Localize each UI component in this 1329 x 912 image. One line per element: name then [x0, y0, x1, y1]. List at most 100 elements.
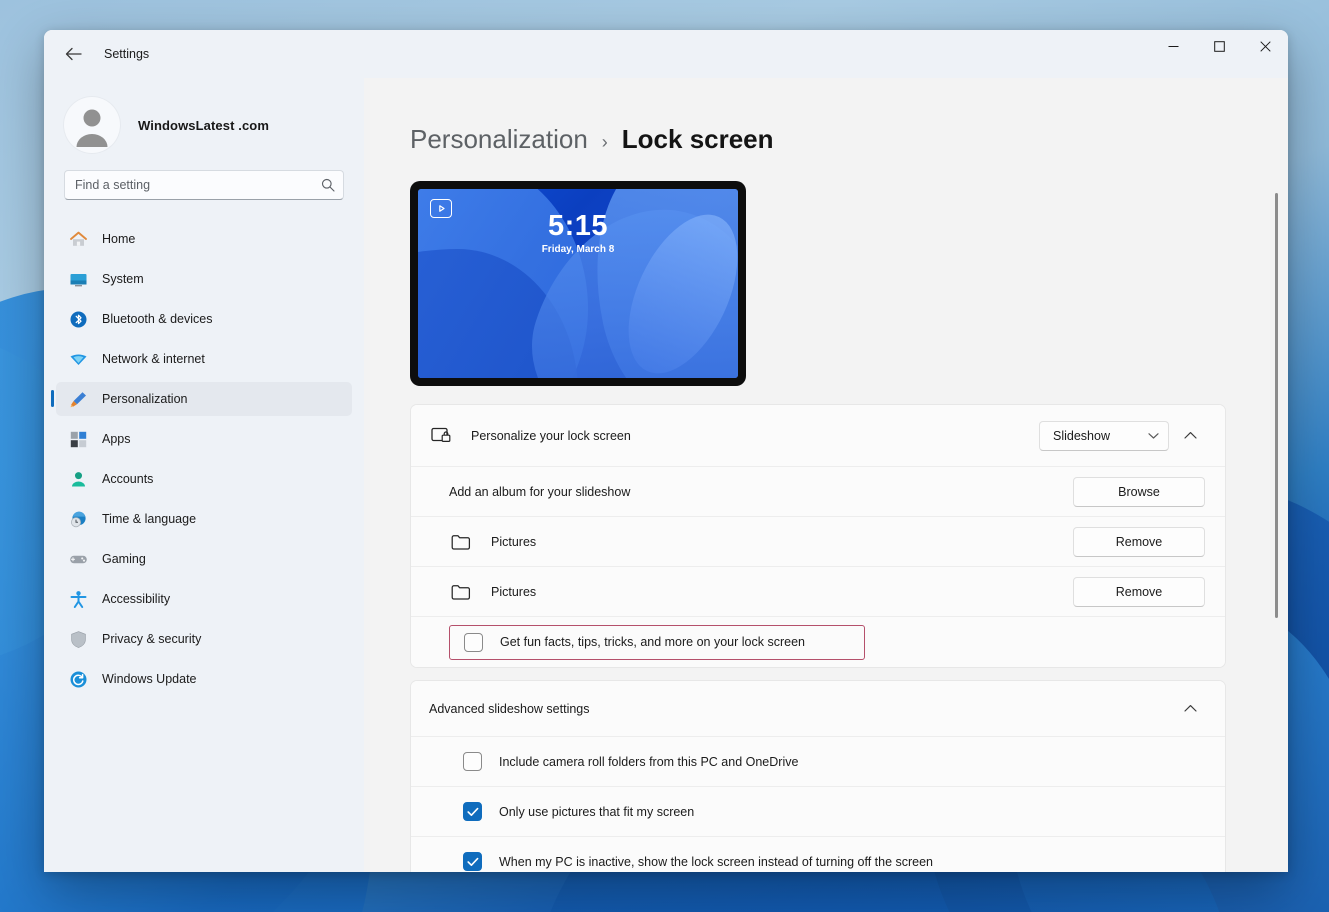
- settings-window: Settings: [44, 30, 1288, 872]
- sidebar-item-label: Accounts: [102, 472, 153, 486]
- user-avatar-icon: [64, 97, 120, 153]
- personalize-expander-button[interactable]: [1175, 421, 1205, 451]
- include-camera-roll-label: Include camera roll folders from this PC…: [499, 755, 798, 769]
- personalize-lock-screen-label: Personalize your lock screen: [471, 429, 1039, 443]
- sidebar: WindowsLatest .com: [44, 78, 364, 872]
- breadcrumb-separator: ›: [602, 132, 608, 153]
- lock-screen-type-value: Slideshow: [1053, 429, 1110, 443]
- chevron-up-icon: [1184, 431, 1197, 440]
- page-title: Lock screen: [622, 124, 774, 155]
- fun-facts-label: Get fun facts, tips, tricks, and more on…: [500, 635, 805, 649]
- search-input[interactable]: [75, 178, 321, 192]
- advanced-expander-button[interactable]: [1175, 694, 1205, 724]
- folder-icon: [449, 580, 473, 604]
- avatar: [64, 97, 120, 153]
- fun-facts-highlight-annotation: Get fun facts, tips, tricks, and more on…: [449, 625, 865, 660]
- sidebar-item-label: Home: [102, 232, 135, 246]
- minimize-button[interactable]: [1150, 30, 1196, 62]
- bluetooth-icon: [68, 309, 88, 329]
- accessibility-person-icon: [68, 589, 88, 609]
- include-camera-roll-checkbox[interactable]: [463, 752, 482, 771]
- lock-screen-type-dropdown[interactable]: Slideshow: [1039, 421, 1169, 451]
- sidebar-item-bluetooth[interactable]: Bluetooth & devices: [56, 302, 352, 336]
- folder-label: Pictures: [491, 585, 1073, 599]
- sidebar-item-personalization[interactable]: Personalization: [56, 382, 352, 416]
- lock-screen-preview-image: 5:15 Friday, March 8: [418, 189, 738, 378]
- advanced-slideshow-header-row[interactable]: Advanced slideshow settings: [411, 681, 1225, 737]
- sidebar-item-windows-update[interactable]: Windows Update: [56, 662, 352, 696]
- main-scrollbar[interactable]: [1272, 188, 1282, 872]
- title-bar: Settings: [44, 30, 1288, 78]
- add-album-label: Add an album for your slideshow: [449, 485, 1073, 499]
- advanced-slideshow-card: Advanced slideshow settings Include came…: [410, 680, 1226, 872]
- remove-folder-button[interactable]: Remove: [1073, 577, 1205, 607]
- inactive-lock-screen-row: When my PC is inactive, show the lock sc…: [411, 837, 1225, 872]
- search-box[interactable]: [64, 170, 344, 200]
- lock-screen-icon: [429, 424, 453, 448]
- minimize-icon: [1168, 41, 1179, 52]
- fit-my-screen-checkbox[interactable]: [463, 802, 482, 821]
- chevron-down-icon: [1148, 432, 1159, 440]
- back-arrow-icon: [65, 47, 82, 61]
- sidebar-item-apps[interactable]: Apps: [56, 422, 352, 456]
- accounts-person-icon: [68, 469, 88, 489]
- sidebar-item-network[interactable]: Network & internet: [56, 342, 352, 376]
- window-body: WindowsLatest .com: [44, 78, 1288, 872]
- browse-button[interactable]: Browse: [1073, 477, 1205, 507]
- search-icon: [321, 178, 335, 192]
- breadcrumb-parent[interactable]: Personalization: [410, 124, 588, 155]
- sidebar-item-accessibility[interactable]: Accessibility: [56, 582, 352, 616]
- sidebar-item-label: System: [102, 272, 144, 286]
- inactive-lock-screen-checkbox[interactable]: [463, 852, 482, 871]
- sidebar-item-label: Network & internet: [102, 352, 205, 366]
- fit-my-screen-row: Only use pictures that fit my screen: [411, 787, 1225, 837]
- lock-screen-preview: 5:15 Friday, March 8: [410, 181, 746, 386]
- fun-facts-checkbox[interactable]: [464, 633, 483, 652]
- breadcrumb: Personalization › Lock screen: [410, 124, 1226, 155]
- include-camera-roll-row: Include camera roll folders from this PC…: [411, 737, 1225, 787]
- fun-facts-row: Get fun facts, tips, tricks, and more on…: [411, 617, 1225, 667]
- update-refresh-icon: [68, 669, 88, 689]
- settings-scroll-area: Personalization › Lock screen: [364, 78, 1288, 872]
- scrollbar-thumb[interactable]: [1275, 193, 1278, 618]
- account-name: WindowsLatest .com: [138, 118, 269, 133]
- preview-clock: 5:15 Friday, March 8: [418, 211, 738, 255]
- checkmark-icon: [467, 857, 479, 867]
- sidebar-item-gaming[interactable]: Gaming: [56, 542, 352, 576]
- clock-globe-icon: [68, 509, 88, 529]
- folder-label: Pictures: [491, 535, 1073, 549]
- sidebar-item-label: Bluetooth & devices: [102, 312, 213, 326]
- remove-folder-button[interactable]: Remove: [1073, 527, 1205, 557]
- sidebar-item-privacy-security[interactable]: Privacy & security: [56, 622, 352, 656]
- preview-time: 5:15: [418, 211, 738, 241]
- folder-row: Pictures Remove: [411, 567, 1225, 617]
- sidebar-nav: Home System: [56, 222, 352, 702]
- account-section[interactable]: WindowsLatest .com: [56, 78, 352, 158]
- gamepad-icon: [68, 549, 88, 569]
- sidebar-item-label: Windows Update: [102, 672, 197, 686]
- sidebar-item-accounts[interactable]: Accounts: [56, 462, 352, 496]
- sidebar-item-label: Time & language: [102, 512, 196, 526]
- system-icon: [68, 269, 88, 289]
- preview-date: Friday, March 8: [418, 244, 738, 255]
- sidebar-item-label: Privacy & security: [102, 632, 201, 646]
- sidebar-item-label: Personalization: [102, 392, 187, 406]
- window-controls: [1150, 30, 1288, 62]
- sidebar-item-time-language[interactable]: Time & language: [56, 502, 352, 536]
- sidebar-item-label: Gaming: [102, 552, 146, 566]
- inactive-lock-screen-label: When my PC is inactive, show the lock sc…: [499, 855, 933, 869]
- home-icon: [68, 229, 88, 249]
- back-button[interactable]: [56, 39, 90, 69]
- sidebar-item-home[interactable]: Home: [56, 222, 352, 256]
- lock-screen-settings-card: Personalize your lock screen Slideshow: [410, 404, 1226, 668]
- apps-icon: [68, 429, 88, 449]
- sidebar-item-system[interactable]: System: [56, 262, 352, 296]
- checkmark-icon: [467, 807, 479, 817]
- maximize-button[interactable]: [1196, 30, 1242, 62]
- chevron-up-icon: [1184, 704, 1197, 713]
- close-button[interactable]: [1242, 30, 1288, 62]
- maximize-icon: [1214, 41, 1225, 52]
- add-album-row: Add an album for your slideshow Browse: [411, 467, 1225, 517]
- sidebar-item-label: Accessibility: [102, 592, 170, 606]
- personalization-brush-icon: [68, 389, 88, 409]
